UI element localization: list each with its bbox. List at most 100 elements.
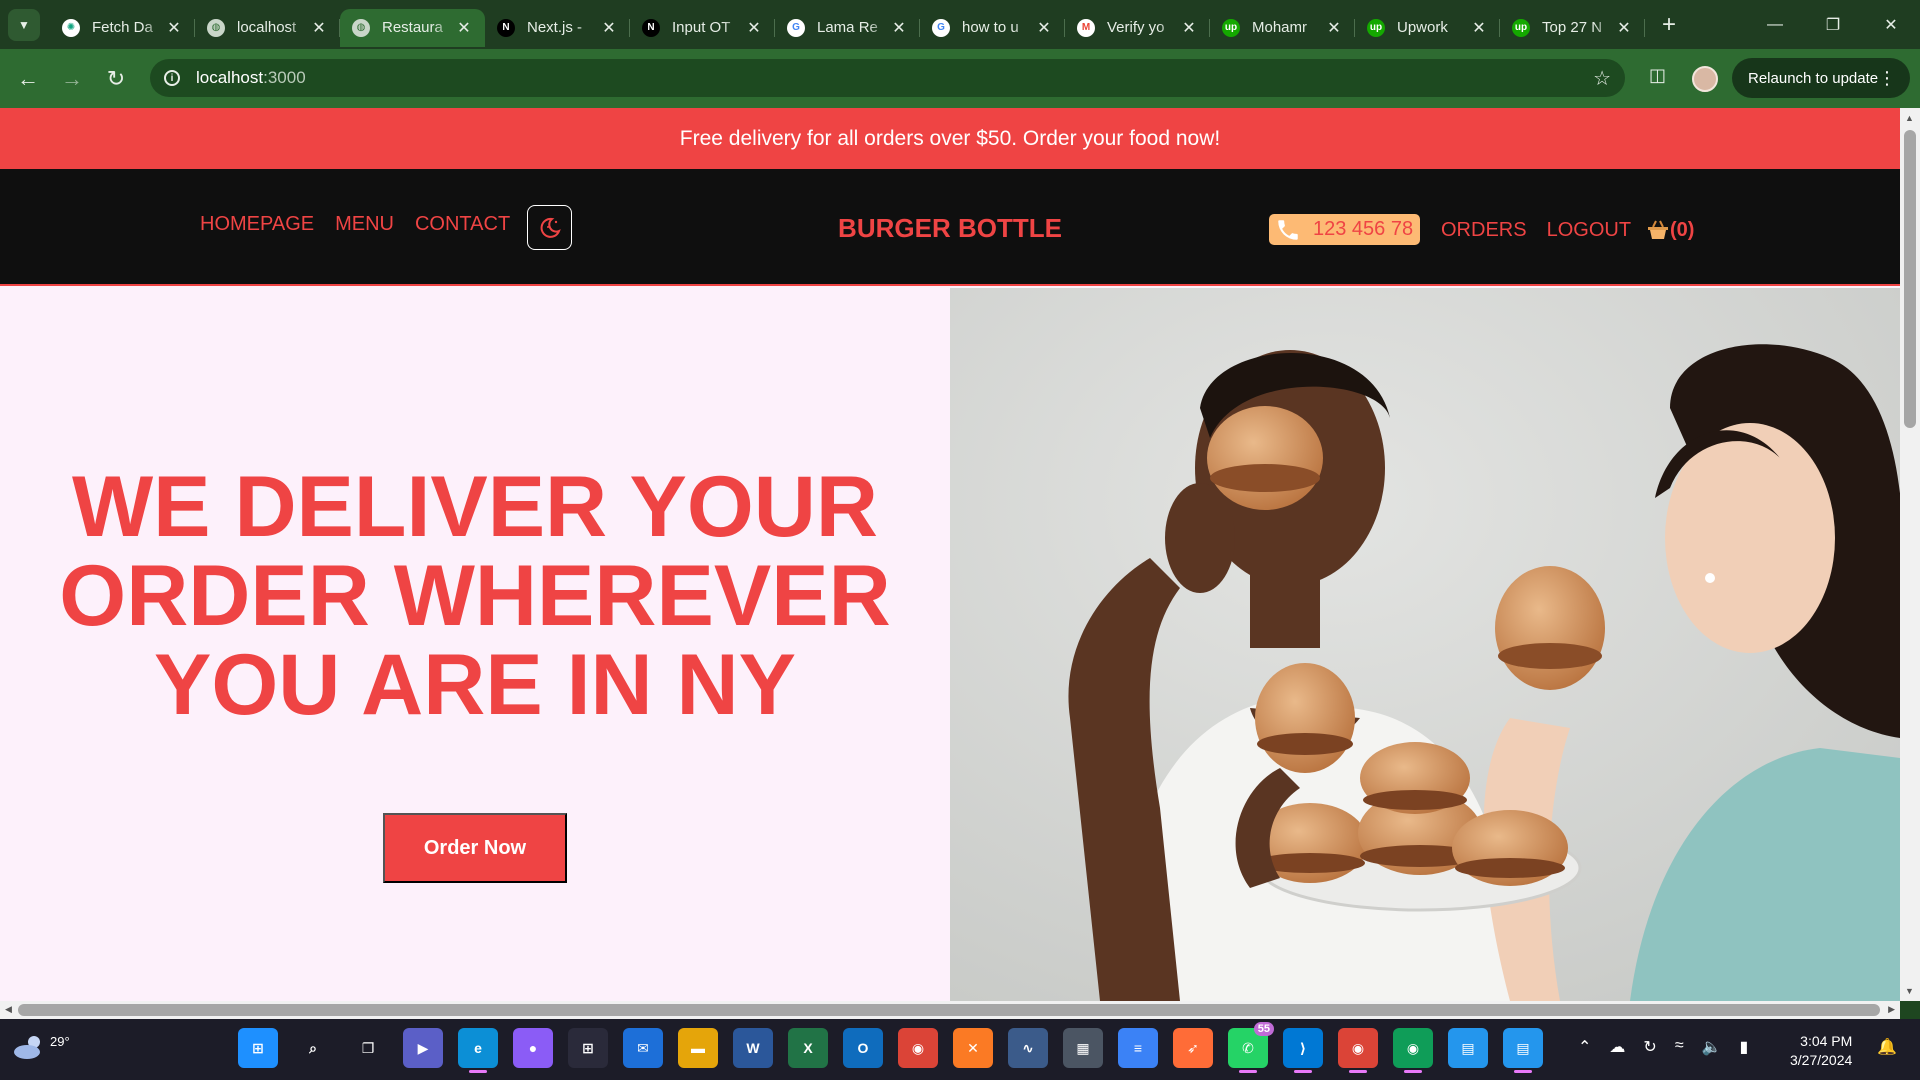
- docker-icon[interactable]: ▤: [1448, 1028, 1488, 1068]
- hero-title-line: YOU ARE IN NY: [154, 637, 796, 733]
- volume-icon[interactable]: 🔈: [1702, 1037, 1722, 1057]
- tab-title: Input OT: [672, 19, 731, 36]
- browser-tab[interactable]: M Verify yo ✕: [1065, 9, 1210, 47]
- nav-link-menu[interactable]: MENU: [335, 213, 394, 236]
- vertical-scrollbar[interactable]: ▲ ▼: [1900, 108, 1920, 1001]
- chatgpt-icon: ✺: [62, 18, 80, 37]
- xampp-icon[interactable]: ✕: [953, 1028, 993, 1068]
- task-view-icon[interactable]: ❐: [348, 1028, 388, 1068]
- postman-icon-glyph: ➶: [1187, 1039, 1199, 1056]
- windows-start-icon[interactable]: ⊞: [238, 1028, 278, 1068]
- forward-arrow-icon[interactable]: →: [50, 57, 94, 101]
- order-now-button[interactable]: Order Now: [383, 813, 567, 883]
- nav-link-homepage[interactable]: HOMEPAGE: [200, 213, 314, 236]
- phone-number[interactable]: 123 456 78: [1269, 214, 1420, 245]
- horizontal-scroll-thumb[interactable]: [18, 1004, 1880, 1016]
- notepad-icon-glyph: ≡: [1133, 1040, 1143, 1056]
- globe-icon: ◍: [352, 18, 370, 37]
- calculator-icon[interactable]: ▦: [1063, 1028, 1103, 1068]
- browser-tab[interactable]: up Upwork ✕: [1355, 9, 1500, 47]
- battery-icon[interactable]: ▮: [1740, 1037, 1749, 1057]
- tab-title: Upwork: [1397, 19, 1448, 36]
- site-navbar: HOMEPAGE MENU CONTACT BURGER BOTTLE 123 …: [0, 169, 1900, 286]
- upwork-icon: up: [1367, 18, 1385, 37]
- profile-avatar[interactable]: [1692, 66, 1718, 92]
- close-window-icon[interactable]: ✕: [1862, 0, 1920, 49]
- tab-title: Mohamr: [1252, 19, 1308, 36]
- tab-close-icon[interactable]: ✕: [1035, 18, 1053, 38]
- docker-2-icon[interactable]: ▤: [1503, 1028, 1543, 1073]
- github-desktop-icon[interactable]: ●: [513, 1028, 553, 1068]
- tab-close-icon[interactable]: ✕: [1615, 18, 1633, 38]
- theme-toggle-button[interactable]: [527, 205, 572, 250]
- address-bar[interactable]: i localhost:3000 ☆: [150, 59, 1625, 97]
- browser-tab[interactable]: Ghow to u ✕: [920, 9, 1065, 47]
- horizontal-scrollbar[interactable]: ◀ ▶: [0, 1001, 1900, 1019]
- browser-tab[interactable]: ◍ Restaura ✕: [340, 8, 485, 47]
- vertical-scroll-thumb[interactable]: [1904, 130, 1916, 428]
- teams-icon[interactable]: ▶: [403, 1028, 443, 1068]
- tab-close-icon[interactable]: ✕: [1180, 18, 1198, 38]
- nav-link-contact[interactable]: CONTACT: [415, 213, 510, 236]
- tab-close-icon[interactable]: ✕: [165, 18, 183, 38]
- performance-monitor-icon[interactable]: ∿: [1008, 1028, 1048, 1068]
- outlook-icon[interactable]: O: [843, 1028, 883, 1068]
- edge-icon[interactable]: e: [458, 1028, 498, 1073]
- sync-icon[interactable]: ↻: [1643, 1037, 1656, 1057]
- side-panel-icon[interactable]: ◫: [1649, 65, 1666, 86]
- tab-close-icon[interactable]: ✕: [890, 18, 908, 38]
- reload-icon[interactable]: ↻: [94, 57, 138, 101]
- weather-widget[interactable]: 29°: [12, 1033, 70, 1061]
- tab-close-icon[interactable]: ✕: [310, 18, 328, 38]
- chrome-profile-2-icon[interactable]: ◉: [1393, 1028, 1433, 1073]
- mail-icon[interactable]: ✉: [623, 1028, 663, 1068]
- postman-icon[interactable]: ➶: [1173, 1028, 1213, 1068]
- relaunch-to-update-button[interactable]: Relaunch to update ⋮: [1732, 58, 1910, 98]
- notification-icon[interactable]: 🔔: [1877, 1037, 1897, 1057]
- wifi-icon[interactable]: ≈: [1675, 1037, 1684, 1057]
- browser-tab[interactable]: N Input OT ✕: [630, 9, 775, 47]
- tab-title: Restaura: [382, 19, 443, 36]
- notepad-icon[interactable]: ≡: [1118, 1028, 1158, 1068]
- kebab-menu-icon[interactable]: ⋮: [1878, 68, 1896, 89]
- tab-close-icon[interactable]: ✕: [745, 18, 763, 38]
- word-icon[interactable]: W: [733, 1028, 773, 1068]
- scroll-up-arrow-icon[interactable]: ▲: [1905, 113, 1914, 123]
- browser-tab[interactable]: ✺ Fetch Da ✕: [50, 9, 195, 47]
- chrome-icon[interactable]: ◉: [898, 1028, 938, 1068]
- chevron-up-icon[interactable]: ⌃: [1578, 1037, 1591, 1057]
- nav-link-orders[interactable]: ORDERS: [1441, 219, 1527, 242]
- tab-close-icon[interactable]: ✕: [1325, 18, 1343, 38]
- scroll-right-arrow-icon[interactable]: ▶: [1888, 1004, 1895, 1015]
- microsoft-store-icon[interactable]: ⊞: [568, 1028, 608, 1068]
- taskbar-clock[interactable]: 3:04 PM 3/27/2024: [1790, 1032, 1852, 1070]
- minimize-icon[interactable]: —: [1746, 0, 1804, 49]
- onedrive-cloud-icon[interactable]: ☁: [1609, 1037, 1625, 1057]
- site-info-icon[interactable]: i: [164, 70, 180, 86]
- browser-tab[interactable]: up Mohamr ✕: [1210, 9, 1355, 47]
- new-tab-button[interactable]: +: [1653, 11, 1685, 39]
- whatsapp-icon[interactable]: ✆ 55: [1228, 1022, 1274, 1073]
- tab-close-icon[interactable]: ✕: [455, 18, 473, 38]
- browser-tab[interactable]: G Lama Re ✕: [775, 9, 920, 47]
- tab-close-icon[interactable]: ✕: [1470, 18, 1488, 38]
- chrome-profile-icon[interactable]: ◉: [1338, 1028, 1378, 1073]
- tab-search-chevron-icon[interactable]: ▼: [8, 8, 40, 41]
- restore-icon[interactable]: ❐: [1804, 0, 1862, 49]
- browser-tab[interactable]: ◍ localhost ✕: [195, 9, 340, 47]
- back-arrow-icon[interactable]: ←: [6, 57, 50, 101]
- search-icon[interactable]: ⌕: [293, 1028, 333, 1068]
- scroll-down-arrow-icon[interactable]: ▼: [1905, 986, 1914, 996]
- relaunch-label: Relaunch to update: [1748, 69, 1879, 87]
- file-explorer-icon[interactable]: ▬: [678, 1028, 718, 1068]
- browser-tab[interactable]: up Top 27 N ✕: [1500, 9, 1645, 47]
- vscode-icon[interactable]: ⟩: [1283, 1028, 1323, 1073]
- nav-link-logout[interactable]: LOGOUT: [1547, 219, 1631, 242]
- cart-button[interactable]: (0): [1646, 218, 1694, 242]
- browser-tab[interactable]: N Next.js - ✕: [485, 9, 630, 47]
- excel-icon[interactable]: X: [788, 1028, 828, 1068]
- bookmark-star-icon[interactable]: ☆: [1593, 66, 1611, 91]
- outlook-icon-glyph: O: [857, 1040, 869, 1056]
- scroll-left-arrow-icon[interactable]: ◀: [5, 1004, 12, 1015]
- tab-close-icon[interactable]: ✕: [600, 18, 618, 38]
